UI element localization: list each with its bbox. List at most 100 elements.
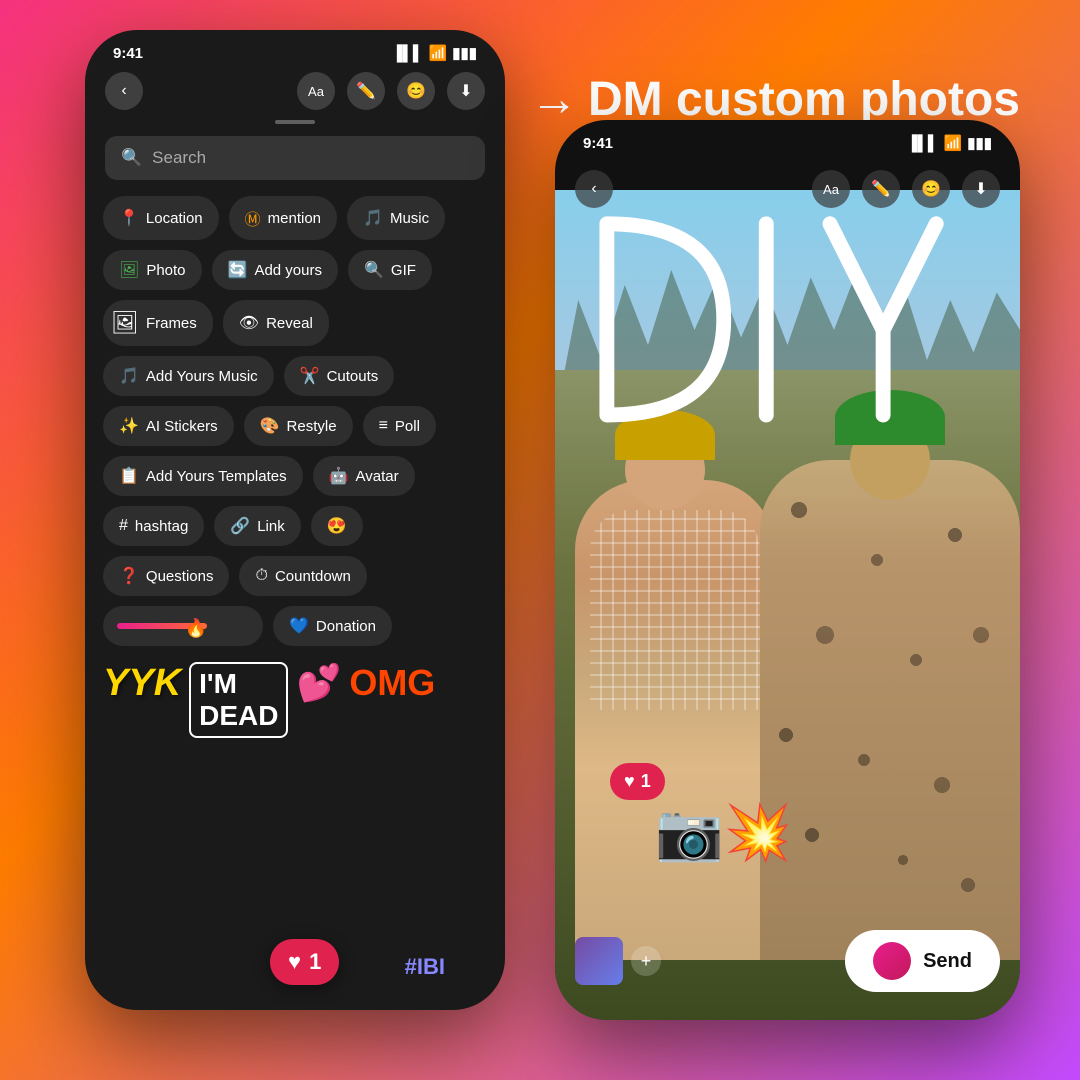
- sticker-4[interactable]: OMG: [349, 662, 435, 738]
- wifi-icon: 📶: [429, 44, 448, 62]
- font-button[interactable]: Aa: [297, 72, 335, 110]
- hashtag-text: #IBI: [405, 954, 445, 980]
- heading-text: DM custom photos: [588, 72, 1020, 127]
- chips-row-5: ✨ AI Stickers 🎨 Restyle ≡ Poll: [103, 406, 487, 446]
- cutouts-label: Cutouts: [327, 368, 379, 385]
- link-icon: 🔗: [230, 516, 250, 536]
- donation-chip[interactable]: 💙 Donation: [273, 606, 392, 646]
- search-icon: 🔍: [121, 148, 142, 168]
- poll-chip[interactable]: ≡ Poll: [363, 406, 436, 446]
- like-heart-icon: ♥: [624, 771, 635, 792]
- countdown-label: Countdown: [275, 568, 351, 585]
- avatar-chip[interactable]: 🤖 Avatar: [313, 456, 415, 496]
- like-notification: ♥ 1: [610, 763, 665, 800]
- draw-button[interactable]: ✏️: [347, 72, 385, 110]
- wifi-icon-right: 📶: [944, 134, 963, 152]
- download-button[interactable]: ⬇: [447, 72, 485, 110]
- poll-icon: ≡: [379, 417, 388, 435]
- add-yours-chip[interactable]: 🔄 Add yours: [212, 250, 338, 290]
- heart-badge: ♥ 1: [270, 939, 339, 985]
- back-button-right[interactable]: ‹: [575, 170, 613, 208]
- sticker-button-right[interactable]: 😊: [912, 170, 950, 208]
- gif-label: GIF: [391, 262, 416, 279]
- music-label: Music: [390, 210, 429, 227]
- right-phone: 9:41 ▐▌▌ 📶 ▮▮▮ ‹ Aa ✏️ 😊 ⬇ ♥ 1 📷💥: [555, 120, 1020, 1020]
- countdown-chip[interactable]: ⏱ Countdown: [239, 556, 366, 596]
- add-yours-music-icon: 🎵: [119, 366, 139, 386]
- draw-button-right[interactable]: ✏️: [862, 170, 900, 208]
- add-yours-music-label: Add Yours Music: [146, 368, 258, 385]
- chips-row-7: # hashtag 🔗 Link 😍: [103, 506, 487, 546]
- hashtag-chip[interactable]: # hashtag: [103, 506, 204, 546]
- sticker-2[interactable]: I'MDEAD: [189, 662, 288, 738]
- reveal-label: Reveal: [266, 315, 313, 332]
- diy-drawing: [575, 180, 1000, 480]
- back-button[interactable]: ‹: [105, 72, 143, 110]
- donation-icon: 💙: [289, 616, 309, 636]
- questions-icon: ❓: [119, 566, 139, 586]
- toolbar-right: ‹ Aa ✏️ 😊 ⬇: [555, 160, 1020, 218]
- add-yours-templates-label: Add Yours Templates: [146, 468, 287, 485]
- chips-row-6: 📋 Add Yours Templates 🤖 Avatar: [103, 456, 487, 496]
- arrow-icon: →: [530, 72, 578, 127]
- hashtag-label: hashtag: [135, 518, 188, 535]
- restyle-chip[interactable]: 🎨 Restyle: [244, 406, 353, 446]
- ai-stickers-chip[interactable]: ✨ AI Stickers: [103, 406, 234, 446]
- gif-chip[interactable]: 🔍 GIF: [348, 250, 432, 290]
- person-right: [760, 460, 1020, 960]
- music-chip[interactable]: 🎵 Music: [347, 196, 445, 240]
- chips-row-4: 🎵 Add Yours Music ✂️ Cutouts: [103, 356, 487, 396]
- send-bar: + Send: [555, 930, 1020, 992]
- send-button[interactable]: Send: [845, 930, 1000, 992]
- location-chip[interactable]: 📍 Location: [103, 196, 219, 240]
- link-chip[interactable]: 🔗 Link: [214, 506, 300, 546]
- add-yours-templates-chip[interactable]: 📋 Add Yours Templates: [103, 456, 303, 496]
- donation-label: Donation: [316, 618, 376, 635]
- thumbnail-add-area: +: [575, 937, 661, 985]
- search-placeholder: Search: [152, 148, 206, 168]
- reveal-chip[interactable]: 👁 Reveal: [223, 300, 329, 346]
- left-phone: 9:41 ▐▌▌ 📶 ▮▮▮ ‹ Aa ✏️ 😊 ⬇ 🔍 Search 📍 Lo…: [85, 30, 505, 1010]
- questions-chip[interactable]: ❓ Questions: [103, 556, 229, 596]
- frames-icon: 🖼: [111, 310, 139, 336]
- add-yours-templates-icon: 📋: [119, 466, 139, 486]
- frames-chip[interactable]: 🖼 Frames: [103, 300, 213, 346]
- music-icon: 🎵: [363, 208, 383, 228]
- time-left: 9:41: [113, 45, 143, 62]
- sticker-3[interactable]: 💕: [296, 662, 341, 738]
- mention-chip[interactable]: Ⓜ mention: [229, 196, 337, 240]
- gif-icon: 🔍: [364, 260, 384, 280]
- ai-stickers-label: AI Stickers: [146, 418, 218, 435]
- font-button-right[interactable]: Aa: [812, 170, 850, 208]
- time-right: 9:41: [583, 135, 613, 152]
- drawing-overlay: [575, 180, 1000, 480]
- chips-row-9: 🔥 💙 Donation: [103, 606, 487, 646]
- search-bar[interactable]: 🔍 Search: [105, 136, 485, 180]
- add-photo-button[interactable]: +: [631, 946, 661, 976]
- signal-icon: ▐▌▌: [392, 45, 424, 62]
- download-button-right[interactable]: ⬇: [962, 170, 1000, 208]
- sticker-button[interactable]: 😊: [397, 72, 435, 110]
- dm-heading: → DM custom photos: [530, 72, 1020, 127]
- emoji-chip[interactable]: 😍: [311, 506, 363, 546]
- heart-icon: ♥: [288, 949, 301, 975]
- send-label: Send: [923, 950, 972, 973]
- slider-chip[interactable]: 🔥: [103, 606, 263, 646]
- like-count: 1: [641, 771, 651, 792]
- sticker-1[interactable]: YYK: [103, 662, 181, 738]
- leopard-pattern: [760, 460, 1020, 960]
- top-toolbar-left: ‹ Aa ✏️ 😊 ⬇: [85, 62, 505, 120]
- add-yours-music-chip[interactable]: 🎵 Add Yours Music: [103, 356, 274, 396]
- drag-handle: [275, 120, 315, 124]
- photo-chip[interactable]: 🖼 Photo: [103, 250, 202, 290]
- link-label: Link: [257, 518, 285, 535]
- cutouts-chip[interactable]: ✂️ Cutouts: [284, 356, 395, 396]
- status-bar-left: 9:41 ▐▌▌ 📶 ▮▮▮: [85, 30, 505, 62]
- chips-row-1: 📍 Location Ⓜ mention 🎵 Music: [103, 196, 487, 240]
- battery-icon: ▮▮▮: [452, 44, 477, 62]
- questions-label: Questions: [146, 568, 214, 585]
- mention-label: mention: [268, 210, 321, 227]
- chips-row-2: 🖼 Photo 🔄 Add yours 🔍 GIF: [103, 250, 487, 290]
- emoji-icon: 😍: [327, 516, 347, 536]
- add-yours-icon: 🔄: [228, 260, 248, 280]
